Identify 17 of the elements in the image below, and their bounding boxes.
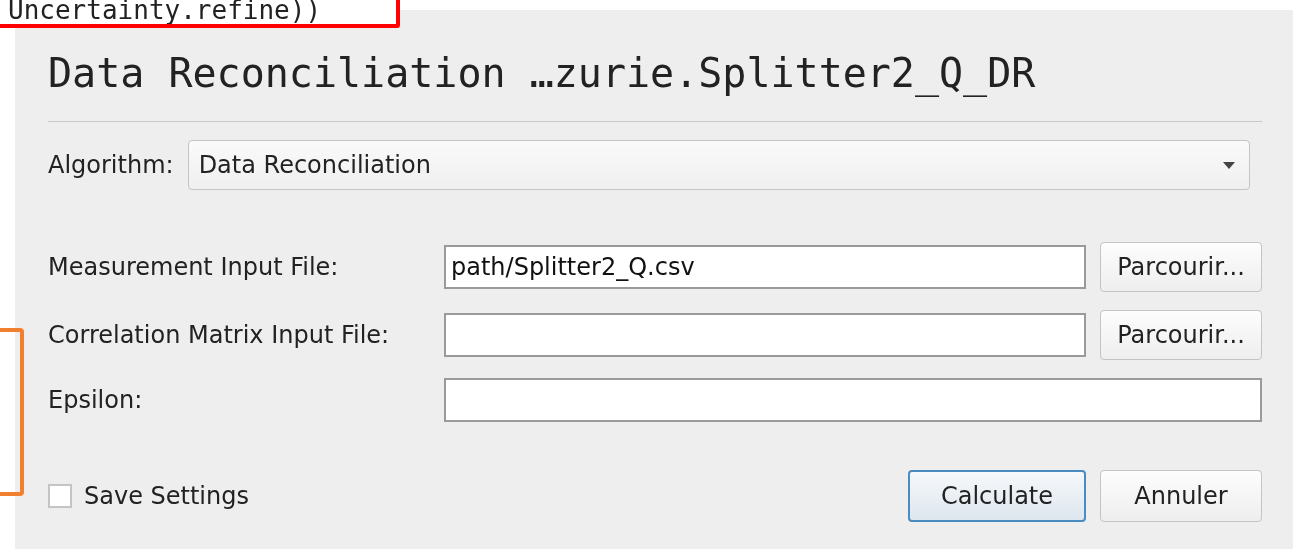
algorithm-label: Algorithm: [48, 151, 174, 179]
cancel-button[interactable]: Annuler [1100, 470, 1262, 522]
browse-button[interactable]: Parcourir... [1100, 242, 1262, 292]
checkbox[interactable] [48, 484, 72, 508]
input-field[interactable] [444, 313, 1086, 357]
browse-button[interactable]: Parcourir... [1100, 310, 1262, 360]
calculate-button[interactable]: Calculate [908, 470, 1086, 522]
dialog-title: Data Reconciliation …zurie.Splitter2_Q_DR [48, 49, 1037, 98]
input-field[interactable]: path/Splitter2_Q.csv [444, 245, 1086, 289]
code-snippet: Uncertainty.refine)) [0, 0, 400, 28]
checkbox-label: Save Settings [84, 482, 249, 510]
caret-icon [1223, 161, 1235, 169]
input-field[interactable] [444, 378, 1262, 422]
field-label: Correlation Matrix Input File: [48, 321, 391, 349]
field-label: Measurement Input File: [48, 253, 340, 281]
algorithm-dropdown[interactable]: Data Reconciliation [187, 140, 1250, 190]
field-label: Epsilon: [48, 386, 144, 414]
